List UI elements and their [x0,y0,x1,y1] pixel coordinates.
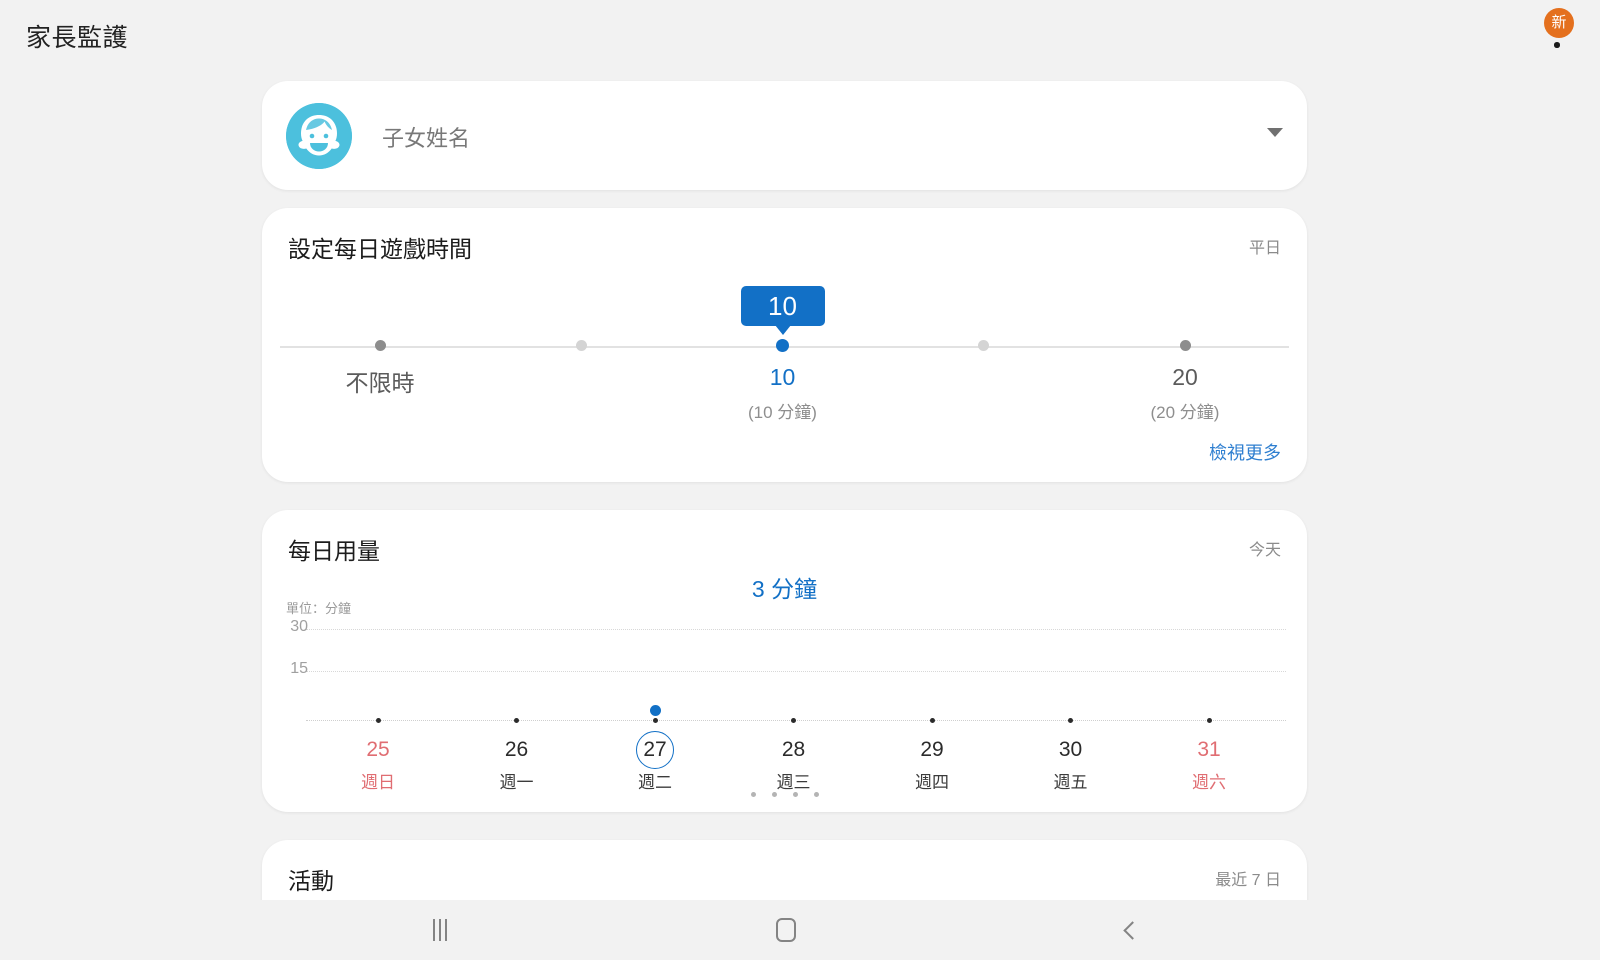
chart-axis-tick [652,718,658,723]
chart-axis-tick [791,718,796,723]
android-navigation-bar [0,900,1600,960]
home-button[interactable] [726,900,846,960]
chart-page-indicator[interactable] [262,784,1307,802]
child-name-label: 子女姓名 [382,126,471,151]
chart-baseline-axis [306,720,1286,721]
view-more-link[interactable]: 檢視更多 [1209,439,1281,465]
slider-tick-sublabel: (10 分鐘) [748,403,817,422]
back-icon [1123,920,1142,940]
activity-period-label: 最近 7 日 [1215,872,1281,889]
chart-x-tick-label[interactable]: 27 [610,738,700,762]
chart-x-tick-label[interactable]: 28 [749,738,839,762]
chart-y-tick-label: 15 [290,660,308,677]
daily-game-time-card: 設定每日遊戲時間 平日 不限時 10 10 (10 分鐘) 20 (20 分鐘) 檢視更多 [262,208,1307,482]
page-dot[interactable] [792,792,798,797]
game-time-slider[interactable]: 不限時 10 10 (10 分鐘) 20 (20 分鐘) [262,208,1307,482]
slider-tick[interactable] [1179,340,1191,351]
page-dot[interactable] [750,792,756,797]
chart-gridline [306,629,1286,630]
chart-data-point[interactable] [649,705,661,717]
recents-button[interactable] [380,900,500,960]
chart-y-tick-label: 30 [290,618,308,635]
chart-x-tick-label[interactable]: 29 [887,738,977,762]
child-profile-card[interactable]: 子女姓名 [262,81,1307,190]
chevron-down-icon[interactable] [1267,128,1283,137]
new-badge: 新 [1544,8,1574,38]
chart-x-tick-label[interactable]: 31 [1164,738,1254,762]
chart-gridline [306,671,1286,672]
slider-tick-label: 20 [1172,364,1198,390]
daily-usage-card: 每日用量 今天 3 分鐘 單位：分鐘 30 15 25 週日 26 週一 27 週二 28 週三 2… [262,510,1307,812]
chart-axis-tick [514,718,519,723]
app-bar: 家長監護 新 [0,0,1600,70]
chart-x-tick-label[interactable]: 30 [1026,738,1116,762]
page-title: 家長監護 [26,24,129,52]
back-button[interactable] [1070,900,1190,960]
home-icon [776,918,796,942]
chart-axis-tick [375,718,381,723]
slider-tick-label: 不限時 [345,370,415,396]
app-bar-actions: 新 [1528,8,1584,56]
activity-title: 活動 [288,868,334,894]
page-dot[interactable] [771,792,777,797]
chart-axis-tick [1206,718,1212,723]
recents-icon [433,919,447,941]
slider-tick[interactable] [978,340,990,351]
chart-x-tick-label[interactable]: 25 [333,738,423,762]
daily-usage-chart[interactable]: 30 15 25 週日 26 週一 27 週二 28 週三 29 週四 30 週五 31 週六 [262,510,1307,812]
chart-axis-tick [1068,718,1073,723]
slider-tick[interactable] [575,340,587,351]
parental-control-screen: 家長監護 新 子女姓名 設定每日遊戲時間 平日 不限時 10 10 (10 分鐘… [0,0,1600,960]
kebab-dot [1554,42,1560,48]
slider-tick-label: 10 [769,364,796,390]
chart-axis-tick [929,718,935,723]
slider-thumb[interactable] [776,339,789,352]
slider-value-bubble: 10 [740,286,825,335]
slider-tick-sublabel: (20 分鐘) [1150,403,1220,422]
chart-x-tick-label[interactable]: 26 [472,738,562,762]
slider-tick[interactable] [374,340,386,351]
page-dot[interactable] [813,792,819,797]
child-avatar-icon [286,103,352,169]
